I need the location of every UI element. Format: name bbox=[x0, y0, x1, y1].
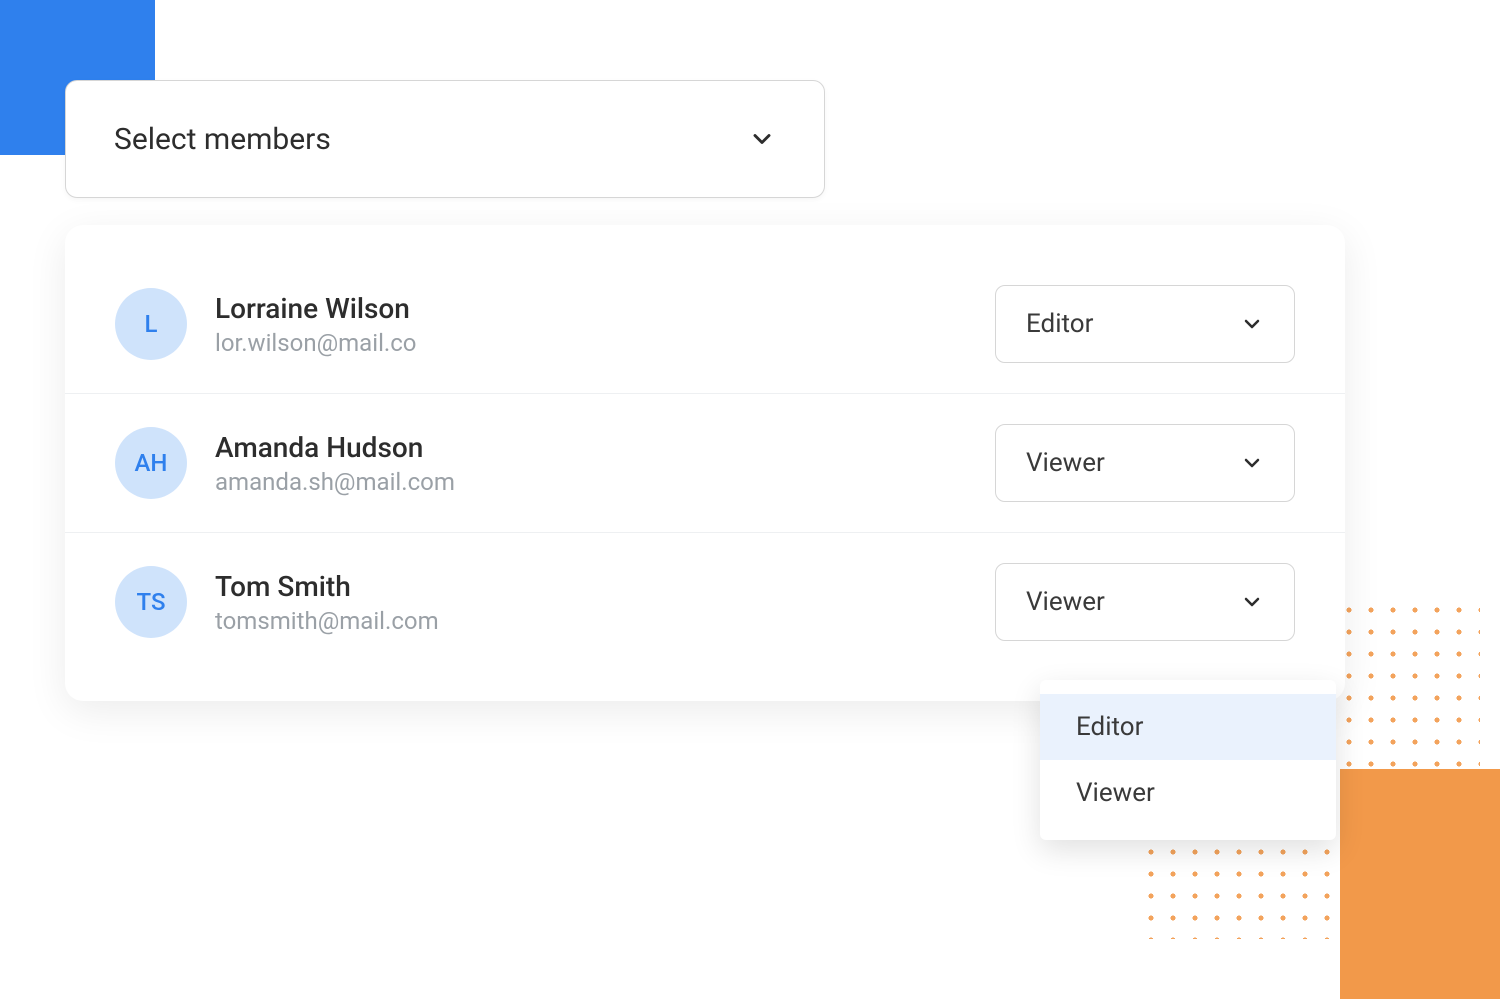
member-email: lor.wilson@mail.co bbox=[215, 329, 416, 357]
role-option-viewer[interactable]: Viewer bbox=[1040, 760, 1336, 826]
select-members-dropdown[interactable]: Select members bbox=[65, 80, 825, 198]
decorative-orange-square bbox=[1340, 769, 1500, 999]
member-info: Tom Smith tomsmith@mail.com bbox=[215, 570, 439, 635]
member-name: Lorraine Wilson bbox=[215, 292, 416, 325]
member-left: L Lorraine Wilson lor.wilson@mail.co bbox=[115, 288, 416, 360]
members-panel: L Lorraine Wilson lor.wilson@mail.co Edi… bbox=[65, 225, 1345, 701]
chevron-down-icon bbox=[1240, 312, 1264, 336]
role-select[interactable]: Viewer bbox=[995, 424, 1295, 502]
member-left: AH Amanda Hudson amanda.sh@mail.com bbox=[115, 427, 455, 499]
role-dropdown-menu: Editor Viewer bbox=[1040, 680, 1336, 840]
role-label: Editor bbox=[1026, 309, 1093, 339]
chevron-down-icon bbox=[748, 125, 776, 153]
member-name: Amanda Hudson bbox=[215, 431, 455, 464]
member-info: Amanda Hudson amanda.sh@mail.com bbox=[215, 431, 455, 496]
member-email: amanda.sh@mail.com bbox=[215, 468, 455, 496]
member-row: TS Tom Smith tomsmith@mail.com Viewer bbox=[65, 533, 1345, 671]
member-name: Tom Smith bbox=[215, 570, 439, 603]
role-label: Viewer bbox=[1026, 448, 1105, 478]
member-row: AH Amanda Hudson amanda.sh@mail.com View… bbox=[65, 394, 1345, 533]
avatar: AH bbox=[115, 427, 187, 499]
avatar: L bbox=[115, 288, 187, 360]
role-label: Viewer bbox=[1026, 587, 1105, 617]
role-option-editor[interactable]: Editor bbox=[1040, 694, 1336, 760]
member-row: L Lorraine Wilson lor.wilson@mail.co Edi… bbox=[65, 255, 1345, 394]
select-members-label: Select members bbox=[114, 122, 331, 157]
chevron-down-icon bbox=[1240, 451, 1264, 475]
avatar: TS bbox=[115, 566, 187, 638]
member-left: TS Tom Smith tomsmith@mail.com bbox=[115, 566, 439, 638]
member-email: tomsmith@mail.com bbox=[215, 607, 439, 635]
role-select[interactable]: Viewer bbox=[995, 563, 1295, 641]
role-select[interactable]: Editor bbox=[995, 285, 1295, 363]
chevron-down-icon bbox=[1240, 590, 1264, 614]
member-info: Lorraine Wilson lor.wilson@mail.co bbox=[215, 292, 416, 357]
